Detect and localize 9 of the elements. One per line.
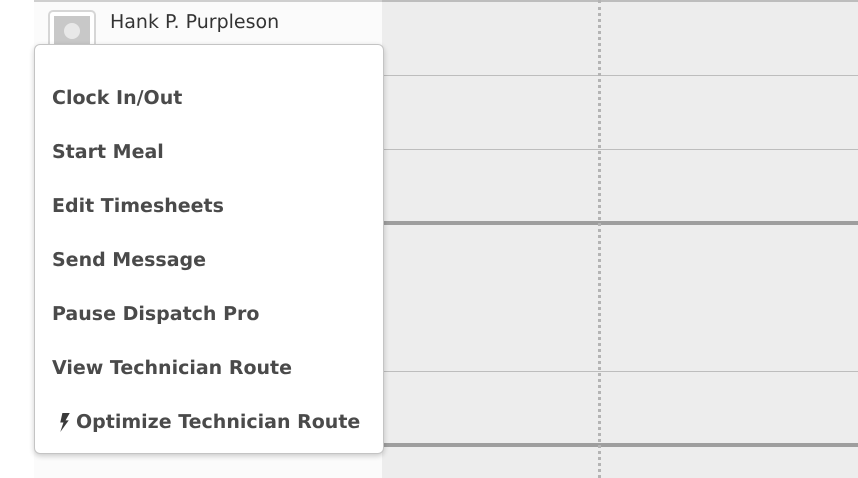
technician-name: Hank P. Purpleson: [110, 10, 280, 34]
menu-item[interactable]: Send Message: [35, 233, 383, 287]
menu-item[interactable]: Start Meal: [35, 125, 383, 179]
menu-item[interactable]: Clock In/Out: [35, 71, 383, 125]
menu-item[interactable]: Edit Timesheets: [35, 179, 383, 233]
menu-item[interactable]: View Technician Route: [35, 341, 383, 395]
menu-item[interactable]: Optimize Technician Route: [35, 395, 383, 449]
menu-item[interactable]: Pause Dispatch Pro: [35, 287, 383, 341]
lightning-icon: [59, 412, 70, 432]
